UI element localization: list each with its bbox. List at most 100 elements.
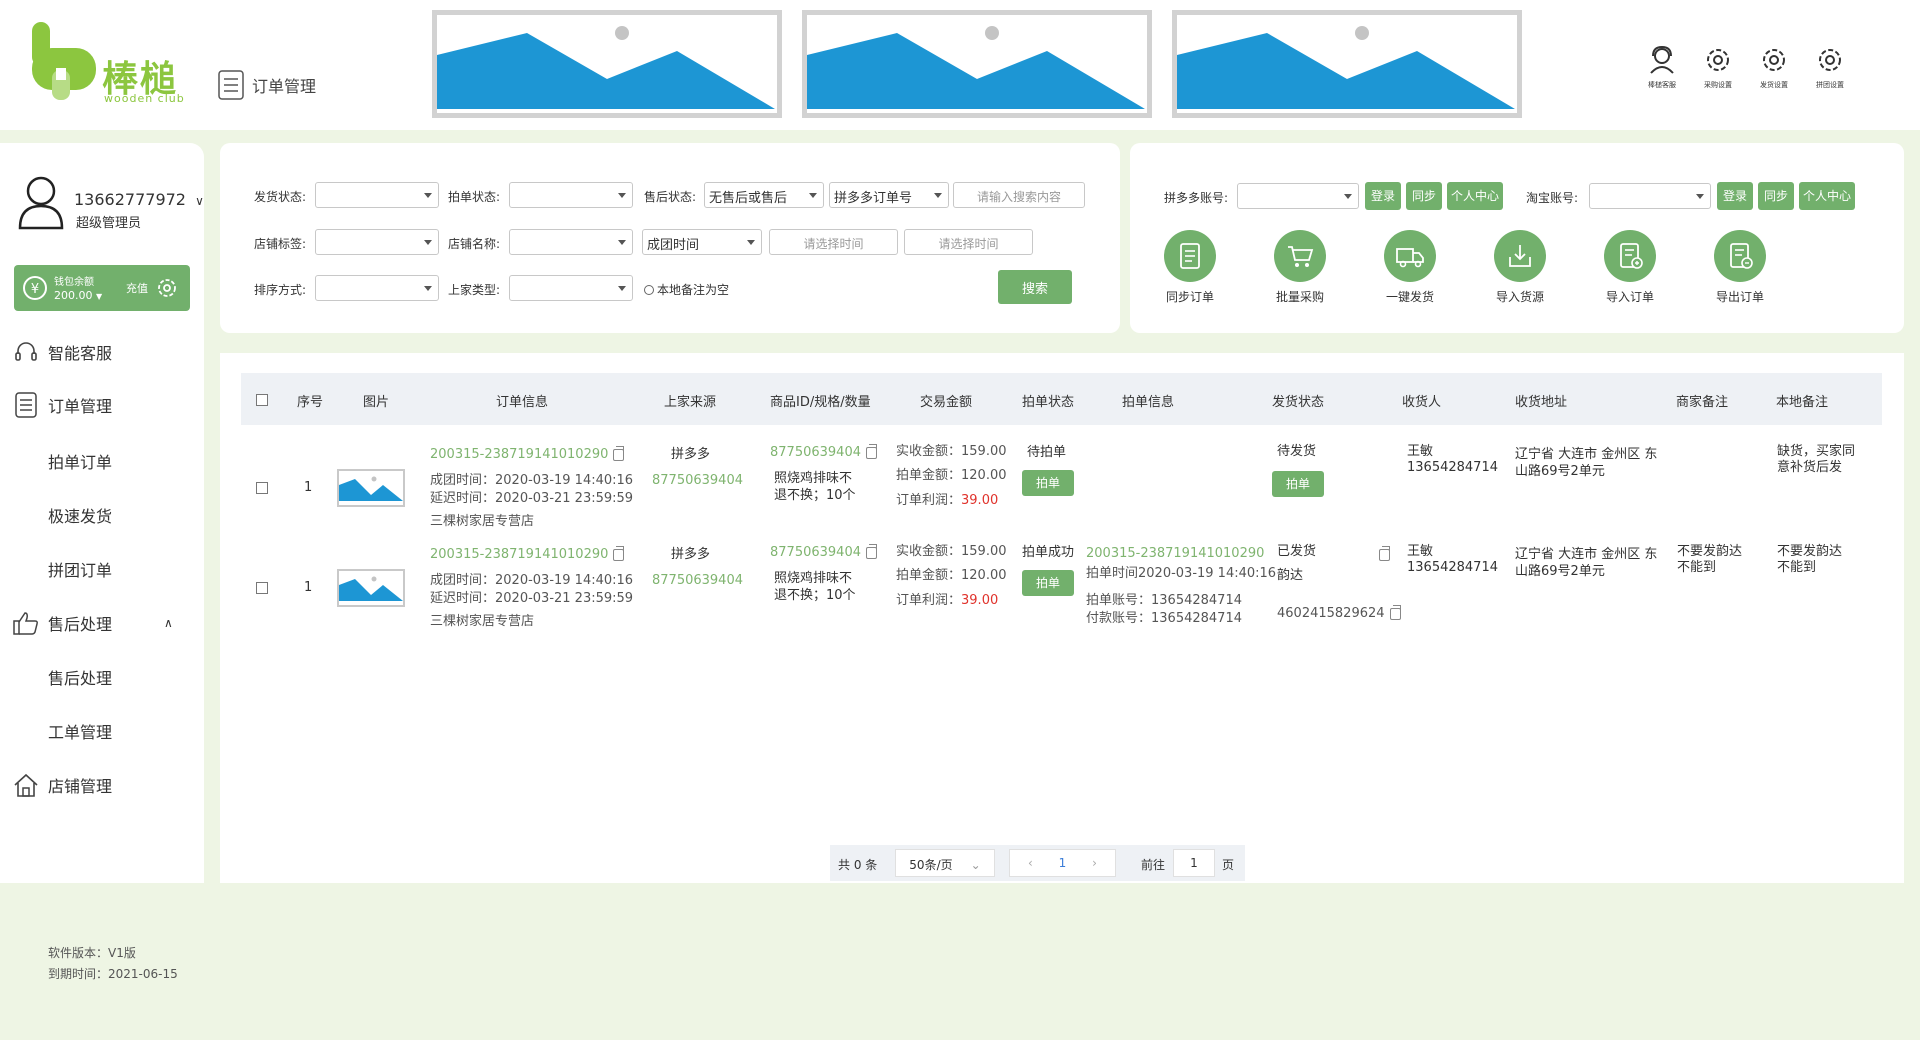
bid-button[interactable]: 拍单 [1022,470,1074,496]
sync-orders-tool[interactable]: 同步订单 [1155,230,1225,305]
current-page[interactable]: 1 [1059,856,1067,870]
time-type-select[interactable]: 成团时间 [642,229,762,255]
copy-icon[interactable] [613,545,625,561]
import-orders-tool[interactable]: 导入订单 [1595,230,1665,305]
order-number-link[interactable]: 200315-238719141010290 [430,445,625,464]
page-size-select[interactable]: 50条/页 ⌄ [895,849,995,877]
import-source-tool[interactable]: 导入货源 [1485,230,1555,305]
spec-line-1: 照烧鸡排味不 [774,571,853,586]
row-index: 1 [304,480,313,495]
taobao-sync-button[interactable]: 同步 [1758,182,1794,210]
bid-status: 待拍单 [1027,445,1067,460]
pdd-login-button[interactable]: 登录 [1365,182,1401,210]
order-type-select[interactable]: 拼多多订单号 [829,182,949,208]
nav-label: 订单管理 [48,397,113,416]
nav-order-management[interactable]: 订单管理 [0,385,204,425]
search-button[interactable]: 搜索 [998,270,1072,304]
batch-purchase-tool[interactable]: 批量采购 [1265,230,1335,305]
radio-icon [644,284,654,295]
delay-time: 延迟时间：2020-03-21 23:59:59 [430,491,634,506]
pdd-sync-button[interactable]: 同步 [1406,182,1442,210]
nav-sub-after-sales[interactable]: 售后处理 [48,665,112,689]
prev-page-button[interactable]: ‹ [1028,856,1033,870]
one-click-ship-tool[interactable]: 一键发货 [1375,230,1445,305]
wallet-label: 钱包余额 [54,277,94,288]
image-placeholder-icon [807,26,1145,109]
copy-icon[interactable] [1379,545,1390,561]
product-id-link[interactable]: 87750639404 [770,543,877,562]
bid-status-select[interactable] [509,182,633,208]
shipping-settings-button[interactable]: 发货设置 [1754,46,1794,90]
recharge-link[interactable]: 充值 [126,280,148,296]
store-tag-select[interactable] [315,229,439,255]
copy-icon[interactable] [613,445,625,461]
group-settings-button[interactable]: 拼团设置 [1810,46,1850,90]
sync-document-icon [1180,243,1200,269]
goto-page-input[interactable]: 1 [1173,849,1215,877]
copy-icon[interactable] [1389,604,1401,620]
search-input[interactable]: 请输入搜索内容 [953,182,1085,208]
product-thumbnail[interactable] [337,569,405,607]
header-merchant-note: 商家备注 [1676,395,1729,410]
user-phone-dropdown[interactable]: 13662777972 ∨ [74,190,204,209]
expire-date: 到期时间：2021-06-15 [48,967,178,981]
banner-image-2[interactable] [802,10,1152,118]
group-time: 成团时间：2020-03-19 14:40:16 [430,573,634,588]
nav-sub-group-orders[interactable]: 拼团订单 [48,557,112,581]
nav-sub-work-orders[interactable]: 工单管理 [48,719,112,743]
source-id-link[interactable]: 87750639404 [652,572,743,590]
nav-sub-fast-ship[interactable]: 极速发货 [48,503,112,527]
bid-amount: 拍单金额：120.00 [896,568,1007,583]
wallet-card: ¥ 钱包余额 200.00 ▼ 充值 [14,265,190,311]
purchase-settings-button[interactable]: 采购设置 [1698,46,1738,90]
order-number-link[interactable]: 200315-238719141010290 [430,545,625,564]
taobao-personal-center-button[interactable]: 个人中心 [1799,182,1855,210]
copy-icon[interactable] [865,443,877,459]
goto-label: 前往 [1141,858,1166,872]
local-note-empty-radio[interactable]: 本地备注为空 [644,281,729,298]
wallet-amount-dropdown[interactable]: 200.00 ▼ [54,289,102,302]
row-checkbox[interactable] [256,582,268,594]
gear-icon [1707,49,1729,71]
header-bid-status: 拍单状态 [1022,395,1075,410]
pdd-personal-center-button[interactable]: 个人中心 [1447,182,1503,210]
source-id-link[interactable]: 87750639404 [652,472,743,490]
row-checkbox[interactable] [256,482,268,494]
export-orders-tool[interactable]: 导出订单 [1705,230,1775,305]
banner-image-3[interactable] [1172,10,1522,118]
product-id-link[interactable]: 87750639404 [770,443,877,462]
end-time-input[interactable]: 请选择时间 [904,229,1033,255]
header-local-note: 本地备注 [1776,395,1829,410]
ship-status-select[interactable] [315,182,439,208]
select-all-checkbox[interactable] [256,394,268,406]
page-size-value: 50条/页 [909,858,953,872]
copy-icon[interactable] [865,543,877,559]
banner-image-1[interactable] [432,10,782,118]
profit-label: 订单利润： [896,493,962,508]
ship-status: 已发货 [1277,544,1317,559]
taobao-login-button[interactable]: 登录 [1717,182,1753,210]
gear-icon[interactable] [156,277,178,299]
ship-bid-button[interactable]: 拍单 [1272,471,1324,497]
bid-button[interactable]: 拍单 [1022,570,1074,596]
supplier-type-select[interactable] [509,275,633,301]
store-name-select[interactable] [509,229,633,255]
taobao-account-label: 淘宝账号: [1526,191,1579,205]
nav-sub-bid-orders[interactable]: 拍单订单 [48,449,112,473]
gear-icon [1819,49,1841,71]
bid-order-number-link[interactable]: 200315-238719141010290 [1086,545,1264,563]
pdd-account-label: 拼多多账号: [1164,191,1229,205]
product-thumbnail[interactable] [337,469,405,507]
start-time-input[interactable]: 请选择时间 [769,229,898,255]
profit-value: 39.00 [961,593,999,608]
product-id: 87750639404 [770,445,861,460]
nav-smart-service[interactable]: 智能客服 [0,332,204,372]
next-page-button[interactable]: › [1092,856,1097,870]
nav-store-management[interactable]: 店铺管理 [0,765,204,805]
taobao-account-select[interactable] [1589,183,1711,209]
sort-select[interactable] [315,275,439,301]
nav-after-sales[interactable]: 售后处理 ∧ [0,603,204,643]
customer-service-button[interactable]: 棒槌客服 [1642,45,1682,90]
after-status-select[interactable]: 无售后或售后 [704,182,824,208]
pdd-account-select[interactable] [1237,183,1359,209]
